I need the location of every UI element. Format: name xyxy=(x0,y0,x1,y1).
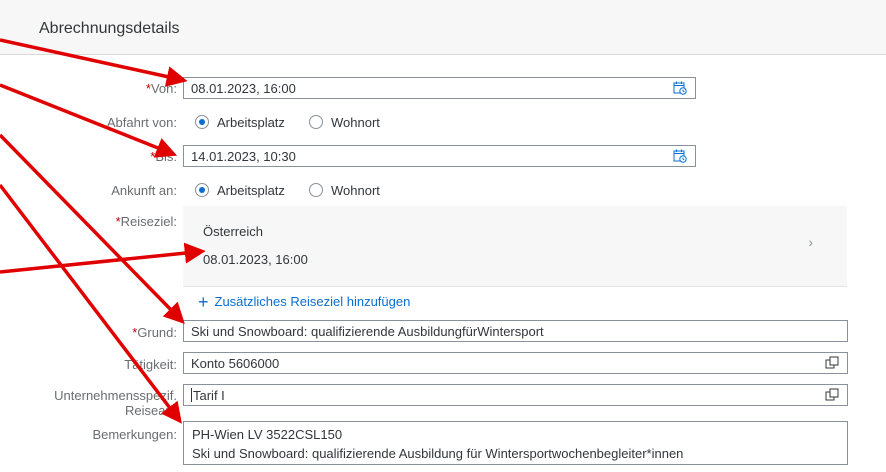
reiseart-input[interactable]: Tarif I xyxy=(183,384,848,406)
destination-list-item[interactable]: Österreich 08.01.2023, 16:00 › xyxy=(183,206,847,287)
bis-date-field[interactable]: 14.01.2023, 10:30 xyxy=(183,145,696,167)
von-date-field[interactable]: 08.01.2023, 16:00 xyxy=(183,77,696,99)
grund-label: *Grund: xyxy=(132,325,177,340)
section-header: Abrechnungsdetails xyxy=(0,0,886,55)
ankunft-radio-arbeitsplatz[interactable] xyxy=(195,183,209,197)
von-label-text: Von: xyxy=(150,81,177,96)
grund-label-text: Grund: xyxy=(137,325,177,340)
ankunft-radio-group: Arbeitsplatz Wohnort xyxy=(195,180,445,202)
grund-input[interactable]: Ski und Snowboard: qualifizierende Ausbi… xyxy=(183,320,848,342)
destination-date: 08.01.2023, 16:00 xyxy=(203,252,308,267)
abfahrt-radio-wohnort[interactable] xyxy=(309,115,323,129)
calendar-clock-icon[interactable] xyxy=(673,149,687,163)
bemerkungen-line2: Ski und Snowboard: qualifizierende Ausbi… xyxy=(192,446,684,461)
abfahrt-option-wohnort[interactable]: Wohnort xyxy=(331,115,380,130)
chevron-right-icon[interactable]: › xyxy=(808,234,813,250)
reiseart-label-line1: Unternehmensspezif. xyxy=(54,388,177,403)
abfahrt-radio-group: Arbeitsplatz Wohnort xyxy=(195,112,445,134)
bis-label: *Bis: xyxy=(150,149,177,164)
billing-details-panel: Abrechnungsdetails *Von: 08.01.2023, 16:… xyxy=(0,0,886,472)
reiseart-label: Unternehmensspezif. Reiseart: xyxy=(54,388,177,418)
add-destination-link[interactable]: + Zusätzliches Reiseziel hinzufügen xyxy=(198,292,410,313)
bemerkungen-label: Bemerkungen: xyxy=(92,427,177,442)
reiseart-value-wrap: Tarif I xyxy=(191,388,225,403)
value-help-icon[interactable] xyxy=(825,356,839,370)
text-cursor xyxy=(191,388,192,402)
reiseart-value: Tarif I xyxy=(193,388,225,403)
destination-country: Österreich xyxy=(203,224,263,239)
von-label: *Von: xyxy=(146,81,177,96)
calendar-clock-icon[interactable] xyxy=(673,81,687,95)
bis-value: 14.01.2023, 10:30 xyxy=(191,149,296,164)
ankunft-option-arbeitsplatz[interactable]: Arbeitsplatz xyxy=(217,183,285,198)
ankunft-radio-wohnort[interactable] xyxy=(309,183,323,197)
bemerkungen-line1: PH-Wien LV 3522CSL150 xyxy=(192,427,343,442)
grund-value: Ski und Snowboard: qualifizierende Ausbi… xyxy=(191,324,544,339)
abfahrt-radio-arbeitsplatz[interactable] xyxy=(195,115,209,129)
reiseziel-label-text: Reiseziel: xyxy=(120,214,177,229)
value-help-icon[interactable] xyxy=(825,388,839,402)
bis-label-text: Bis: xyxy=(155,149,177,164)
add-destination-label: Zusätzliches Reiseziel hinzufügen xyxy=(214,294,411,309)
section-title: Abrechnungsdetails xyxy=(39,20,180,37)
taetigkeit-label: Tätigkeit: xyxy=(124,357,177,372)
abfahrt-label: Abfahrt von: xyxy=(106,115,177,130)
taetigkeit-value: Konto 5606000 xyxy=(191,356,280,371)
bemerkungen-textarea[interactable]: PH-Wien LV 3522CSL150 Ski und Snowboard:… xyxy=(183,421,848,465)
reiseziel-label: *Reiseziel: xyxy=(116,214,177,229)
plus-icon: + xyxy=(198,292,209,312)
abfahrt-option-arbeitsplatz[interactable]: Arbeitsplatz xyxy=(217,115,285,130)
reiseart-label-line2: Reiseart: xyxy=(124,403,177,418)
von-value: 08.01.2023, 16:00 xyxy=(191,81,296,96)
taetigkeit-input[interactable]: Konto 5606000 xyxy=(183,352,848,374)
ankunft-label: Ankunft an: xyxy=(111,183,177,198)
ankunft-option-wohnort[interactable]: Wohnort xyxy=(331,183,380,198)
